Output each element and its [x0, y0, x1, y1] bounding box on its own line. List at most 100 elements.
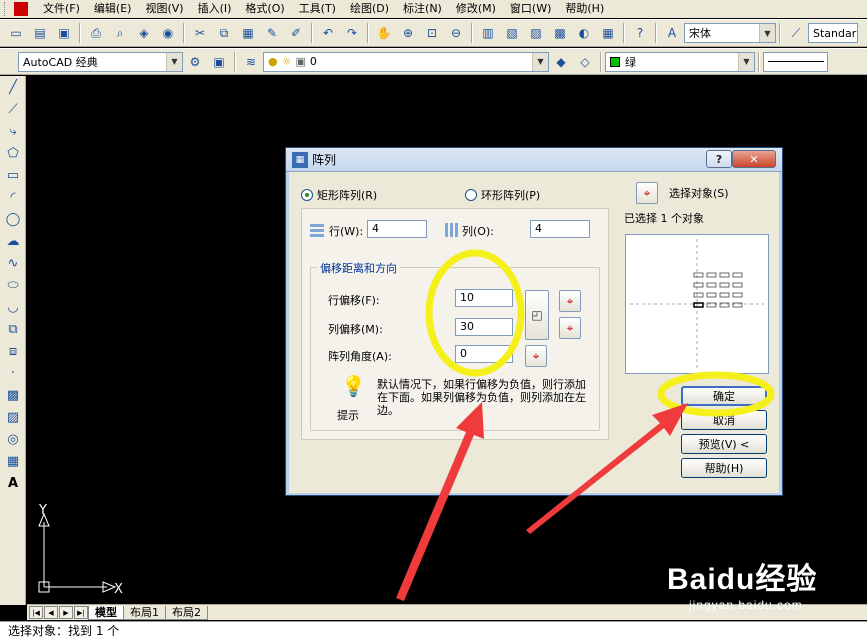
app-icon[interactable] — [14, 2, 28, 16]
line-icon[interactable]: ╱ — [2, 76, 24, 98]
pan-icon[interactable]: ✋ — [374, 23, 394, 43]
chevron-down-icon[interactable]: ▼ — [532, 52, 548, 71]
text-style-icon[interactable]: A — [662, 23, 682, 43]
block-editor-icon[interactable]: ✐ — [286, 23, 306, 43]
tool-palettes-icon[interactable]: ▨ — [526, 23, 546, 43]
save-icon[interactable]: ▣ — [54, 23, 74, 43]
ellipse-icon[interactable]: ⬭ — [2, 274, 24, 296]
polygon-icon[interactable]: ⬠ — [2, 142, 24, 164]
array-angle-input[interactable]: 0 — [455, 345, 513, 363]
linetype-combo[interactable] — [763, 51, 828, 72]
zoom-previous-icon[interactable]: ⊖ — [446, 23, 466, 43]
workspace-settings-icon[interactable]: ⚙ — [185, 52, 205, 72]
pick-row-offset-button[interactable]: ⌖ — [559, 290, 581, 312]
copy-icon[interactable]: ⧉ — [214, 23, 234, 43]
menu-dimension[interactable]: 标注(N) — [396, 0, 449, 18]
menu-insert[interactable]: 插入(I) — [191, 0, 239, 18]
calculator-icon[interactable]: ▦ — [598, 23, 618, 43]
print-icon[interactable]: ⎙ — [86, 23, 106, 43]
columns-input[interactable]: 4 — [530, 220, 590, 238]
match-properties-icon[interactable]: ✎ — [262, 23, 282, 43]
tab-layout2[interactable]: 布局2 — [165, 605, 208, 620]
workspace-combo[interactable]: AutoCAD 经典 ▼ — [18, 51, 183, 72]
menu-window[interactable]: 窗口(W) — [503, 0, 558, 18]
menu-file[interactable]: 文件(F) — [36, 0, 87, 18]
make-current-layer-icon[interactable]: ◆ — [551, 52, 571, 72]
region-icon[interactable]: ◎ — [2, 428, 24, 450]
layer-manager-icon[interactable]: ≋ — [241, 52, 261, 72]
ok-button[interactable]: 确定 — [681, 386, 767, 406]
polar-array-radio[interactable]: 环形阵列(P) — [465, 187, 540, 203]
revision-cloud-icon[interactable]: ☁ — [2, 230, 24, 252]
preview-cell — [732, 272, 743, 278]
menu-tools[interactable]: 工具(T) — [292, 0, 343, 18]
rows-input[interactable]: 4 — [367, 220, 427, 238]
hatch-icon[interactable]: ▩ — [2, 384, 24, 406]
menu-draw[interactable]: 绘图(D) — [343, 0, 396, 18]
print-preview-icon[interactable]: ⌕ — [110, 23, 130, 43]
dim-style-combo[interactable]: Standar — [808, 23, 858, 43]
arc-icon[interactable]: ◜ — [2, 186, 24, 208]
preview-button[interactable]: 预览(V) < — [681, 434, 767, 454]
ellipse-arc-icon[interactable]: ◡ — [2, 296, 24, 318]
color-combo[interactable]: 绿 ▼ — [605, 51, 755, 72]
chevron-down-icon[interactable]: ▼ — [166, 52, 182, 71]
font-combo[interactable]: 宋体 ▼ — [684, 23, 776, 43]
construction-line-icon[interactable]: ⟋ — [2, 98, 24, 120]
tab-model[interactable]: 模型 — [88, 605, 124, 620]
pick-both-offsets-button[interactable]: ◰ — [525, 290, 549, 340]
markup-icon[interactable]: ◐ — [574, 23, 594, 43]
sheet-set-icon[interactable]: ▩ — [550, 23, 570, 43]
chevron-down-icon[interactable]: ▼ — [759, 24, 775, 42]
menu-help[interactable]: 帮助(H) — [558, 0, 611, 18]
open-file-icon[interactable]: ▤ — [30, 23, 50, 43]
zoom-realtime-icon[interactable]: ⊕ — [398, 23, 418, 43]
layer-previous-icon[interactable]: ◇ — [575, 52, 595, 72]
menu-edit[interactable]: 编辑(E) — [87, 0, 139, 18]
multiline-text-icon[interactable]: A — [2, 472, 24, 494]
save-workspace-icon[interactable]: ▣ — [209, 52, 229, 72]
last-tab-icon[interactable]: ▶| — [74, 606, 88, 619]
redo-icon[interactable]: ↷ — [342, 23, 362, 43]
menu-view[interactable]: 视图(V) — [138, 0, 190, 18]
properties-icon[interactable]: ▥ — [478, 23, 498, 43]
title-help-button[interactable]: ? — [706, 150, 732, 168]
polyline-icon[interactable]: ⤷ — [2, 120, 24, 142]
layer-combo[interactable]: ● ☼ ▣ 0 ▼ — [263, 51, 549, 72]
chevron-down-icon[interactable]: ▼ — [738, 52, 754, 71]
select-objects-button[interactable]: ⌖ — [636, 182, 658, 204]
col-offset-input[interactable]: 30 — [455, 318, 513, 336]
table-icon[interactable]: ▦ — [2, 450, 24, 472]
menu-format[interactable]: 格式(O) — [238, 0, 291, 18]
design-center-icon[interactable]: ▧ — [502, 23, 522, 43]
make-block-icon[interactable]: ⧈ — [2, 340, 24, 362]
cancel-button[interactable]: 取消 — [681, 410, 767, 430]
zoom-window-icon[interactable]: ⊡ — [422, 23, 442, 43]
next-tab-icon[interactable]: ▶ — [59, 606, 73, 619]
rectangle-icon[interactable]: ▭ — [2, 164, 24, 186]
help-button[interactable]: 帮助(H) — [681, 458, 767, 478]
gradient-icon[interactable]: ▨ — [2, 406, 24, 428]
help-icon[interactable]: ? — [630, 23, 650, 43]
row-offset-input[interactable]: 10 — [455, 289, 513, 307]
publish-icon[interactable]: ◈ — [134, 23, 154, 43]
circle-icon[interactable]: ◯ — [2, 208, 24, 230]
dim-style-icon[interactable]: ⟋ — [786, 23, 806, 43]
rect-array-radio[interactable]: 矩形阵列(R) — [301, 187, 377, 203]
cut-icon[interactable]: ✂ — [190, 23, 210, 43]
command-line[interactable]: 选择对象：找到 1 个 — [0, 621, 867, 641]
point-icon[interactable]: · — [2, 362, 24, 384]
undo-icon[interactable]: ↶ — [318, 23, 338, 43]
etransmit-icon[interactable]: ◉ — [158, 23, 178, 43]
pick-col-offset-button[interactable]: ⌖ — [559, 317, 581, 339]
tab-layout1[interactable]: 布局1 — [123, 605, 166, 620]
prev-tab-icon[interactable]: ◀ — [44, 606, 58, 619]
pick-angle-button[interactable]: ⌖ — [525, 345, 547, 367]
menu-modify[interactable]: 修改(M) — [449, 0, 503, 18]
new-file-icon[interactable]: ▭ — [6, 23, 26, 43]
insert-block-icon[interactable]: ⧉ — [2, 318, 24, 340]
close-button[interactable]: ✕ — [732, 150, 776, 168]
first-tab-icon[interactable]: |◀ — [29, 606, 43, 619]
paste-icon[interactable]: ▦ — [238, 23, 258, 43]
spline-icon[interactable]: ∿ — [2, 252, 24, 274]
